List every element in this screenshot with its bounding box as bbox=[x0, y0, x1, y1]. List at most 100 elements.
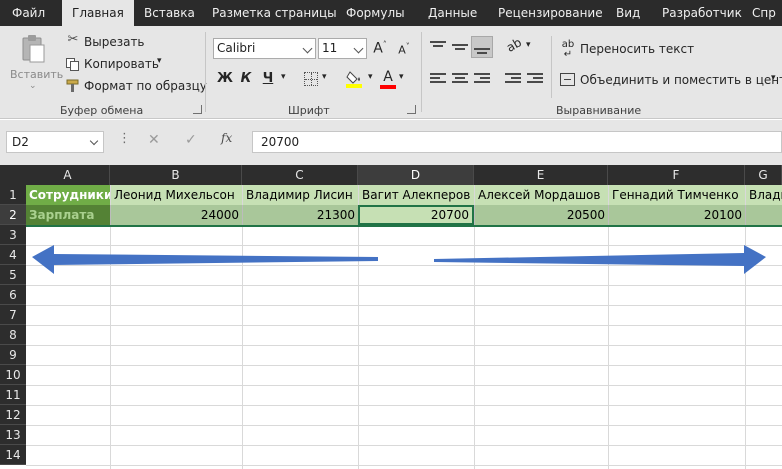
font-launcher-icon[interactable] bbox=[407, 105, 416, 114]
increase-font-size-icon[interactable]: A˄ bbox=[372, 40, 388, 57]
wrap-text-button[interactable]: Переносить текст bbox=[580, 42, 694, 56]
insert-function-icon[interactable]: fx bbox=[221, 131, 232, 145]
column-header-e[interactable]: E bbox=[474, 165, 608, 185]
underline-dropdown-icon[interactable]: ▾ bbox=[281, 72, 286, 82]
tab-file[interactable]: Файл bbox=[12, 0, 45, 26]
align-center-icon[interactable] bbox=[452, 72, 468, 86]
borders-dropdown-icon[interactable]: ▾ bbox=[322, 72, 327, 82]
tab-data[interactable]: Данные bbox=[428, 0, 477, 26]
copy-button[interactable]: Копировать bbox=[84, 57, 159, 71]
column-header-f[interactable]: F bbox=[608, 165, 745, 185]
select-all-button[interactable] bbox=[0, 165, 26, 185]
cancel-icon[interactable]: ✕ bbox=[148, 132, 160, 148]
row-header-6[interactable]: 6 bbox=[0, 285, 26, 305]
scissors-icon: ✂ bbox=[67, 32, 79, 47]
cell-d1[interactable]: Вагит Алекперов bbox=[358, 185, 474, 205]
increase-indent-icon[interactable] bbox=[527, 72, 543, 86]
align-bottom-icon bbox=[474, 41, 490, 55]
gridline bbox=[608, 185, 609, 469]
font-name-select[interactable]: Calibri bbox=[213, 38, 316, 59]
row-header-5[interactable]: 5 bbox=[0, 265, 26, 285]
right-arrow-icon bbox=[434, 245, 766, 274]
align-left-icon[interactable] bbox=[430, 72, 446, 86]
cell-e1[interactable]: Алексей Мордашов bbox=[474, 185, 608, 205]
chevron-down-icon bbox=[89, 136, 99, 146]
formula-input[interactable]: 20700 bbox=[252, 131, 782, 153]
row-header-12[interactable]: 12 bbox=[0, 405, 26, 425]
tab-insert[interactable]: Вставка bbox=[144, 0, 195, 26]
format-painter-button[interactable]: Формат по образцу bbox=[84, 79, 207, 93]
row-header-10[interactable]: 10 bbox=[0, 365, 26, 385]
row-header-9[interactable]: 9 bbox=[0, 345, 26, 365]
column-header-c[interactable]: C bbox=[242, 165, 358, 185]
tab-view[interactable]: Вид bbox=[616, 0, 640, 26]
copy-dropdown-icon[interactable]: ▾ bbox=[157, 56, 162, 66]
align-top-icon[interactable] bbox=[430, 40, 446, 54]
orientation-icon[interactable]: ab bbox=[503, 34, 526, 55]
paste-dropdown-icon[interactable]: ⌄ bbox=[29, 81, 37, 91]
merge-center-button[interactable]: Объединить и поместить в центре bbox=[580, 73, 782, 87]
gridline bbox=[26, 325, 782, 326]
cell-b2[interactable]: 24000 bbox=[110, 205, 242, 225]
column-header-d[interactable]: D bbox=[358, 165, 474, 185]
row-header-7[interactable]: 7 bbox=[0, 305, 26, 325]
tab-developer[interactable]: Разработчик bbox=[662, 0, 742, 26]
tab-page-layout[interactable]: Разметка страницы bbox=[212, 0, 337, 26]
italic-button[interactable]: К bbox=[239, 71, 253, 86]
cell-e2[interactable]: 20500 bbox=[474, 205, 608, 225]
cell-a2[interactable]: Зарплата bbox=[26, 205, 110, 225]
cell-c1[interactable]: Владимир Лисин bbox=[242, 185, 358, 205]
decrease-font-size-icon[interactable]: A˅ bbox=[396, 42, 412, 57]
gridline bbox=[745, 185, 746, 469]
cut-button[interactable]: Вырезать bbox=[84, 35, 145, 49]
row-header-8[interactable]: 8 bbox=[0, 325, 26, 345]
cell-f1[interactable]: Геннадий Тимченко bbox=[608, 185, 745, 205]
align-middle-icon[interactable] bbox=[452, 40, 468, 54]
borders-icon[interactable] bbox=[304, 72, 318, 86]
paste-icon[interactable] bbox=[20, 34, 46, 64]
cell-b1[interactable]: Леонид Михельсон bbox=[110, 185, 242, 205]
enter-icon[interactable]: ✓ bbox=[185, 132, 197, 148]
underline-button[interactable]: Ч bbox=[261, 71, 275, 86]
bold-button[interactable]: Ж bbox=[217, 71, 233, 86]
font-color-icon[interactable]: A bbox=[380, 69, 396, 85]
row-header-11[interactable]: 11 bbox=[0, 385, 26, 405]
fill-color-dropdown-icon[interactable]: ▾ bbox=[368, 72, 373, 82]
row-header-2[interactable]: 2 bbox=[0, 205, 26, 225]
chevron-down-icon bbox=[302, 43, 313, 54]
cell-g2[interactable] bbox=[745, 205, 782, 225]
worksheet-grid[interactable]: A B C D E F G 1 2 3 4 5 6 7 8 9 10 11 12… bbox=[0, 165, 782, 469]
name-box[interactable]: D2 bbox=[6, 131, 104, 153]
cell-a1[interactable]: Сотрудники bbox=[26, 185, 110, 205]
align-right-icon[interactable] bbox=[474, 72, 490, 86]
decrease-indent-icon[interactable] bbox=[505, 72, 521, 86]
row-header-14[interactable]: 14 bbox=[0, 445, 26, 465]
gridline bbox=[26, 405, 782, 406]
row-header-3[interactable]: 3 bbox=[0, 225, 26, 245]
row-header-1[interactable]: 1 bbox=[0, 185, 26, 205]
font-size-select[interactable]: 11 bbox=[318, 38, 367, 59]
font-color-dropdown-icon[interactable]: ▾ bbox=[399, 72, 404, 82]
merge-dropdown-icon[interactable]: ▾ bbox=[771, 73, 776, 83]
row-header-4[interactable]: 4 bbox=[0, 245, 26, 265]
orientation-dropdown-icon[interactable]: ▾ bbox=[526, 40, 531, 50]
tab-formulas[interactable]: Формулы bbox=[346, 0, 405, 26]
cell-f2[interactable]: 20100 bbox=[608, 205, 745, 225]
cell-g1[interactable]: Влади bbox=[745, 185, 782, 205]
fill-color-swatch bbox=[346, 84, 362, 88]
cell-c2[interactable]: 21300 bbox=[242, 205, 358, 225]
row-header-13[interactable]: 13 bbox=[0, 425, 26, 445]
paste-button[interactable]: Вставить bbox=[10, 68, 63, 81]
tab-home[interactable]: Главная bbox=[62, 0, 134, 27]
tab-help[interactable]: Спр bbox=[752, 0, 776, 26]
tab-review[interactable]: Рецензирование bbox=[498, 0, 603, 26]
column-header-g[interactable]: G bbox=[745, 165, 782, 185]
ribbon-separator bbox=[205, 32, 206, 112]
clipboard-launcher-icon[interactable] bbox=[193, 105, 202, 114]
align-bottom-button[interactable] bbox=[471, 36, 493, 58]
cell-d2[interactable]: 20700 bbox=[358, 205, 474, 225]
column-header-b[interactable]: B bbox=[110, 165, 242, 185]
more-options-icon[interactable]: ⋮ bbox=[118, 131, 131, 146]
fill-color-icon[interactable] bbox=[346, 69, 364, 89]
column-header-a[interactable]: A bbox=[26, 165, 110, 185]
